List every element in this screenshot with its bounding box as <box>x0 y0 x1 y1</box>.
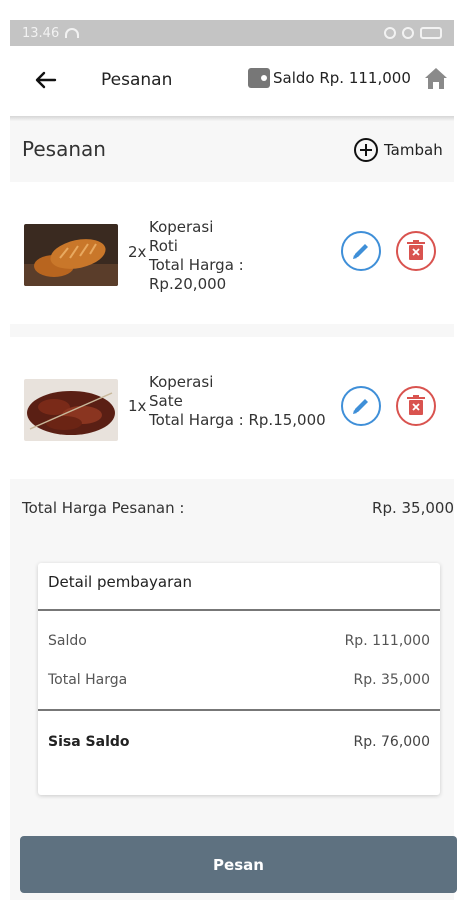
order-product: Sate <box>149 392 183 410</box>
payment-value: Rp. 111,000 <box>344 633 430 649</box>
payment-label: Total Harga <box>48 672 128 688</box>
order-qty: 1x <box>128 397 147 415</box>
payment-row-saldo: Saldo Rp. 111,000 <box>48 633 430 649</box>
battery-icon <box>420 27 442 39</box>
wallet-icon <box>248 68 270 88</box>
order-product: Roti <box>149 237 178 255</box>
order-total-label: Total Harga : <box>149 256 244 274</box>
payment-row-remaining: Sisa Saldo Rp. 76,000 <box>48 734 430 750</box>
delete-button[interactable] <box>396 386 436 426</box>
order-total-row: Total Harga Pesanan : Rp. 35,000 <box>22 499 454 517</box>
order-seller: Koperasi <box>149 373 214 391</box>
order-total-value: Rp. 35,000 <box>372 499 454 517</box>
home-button[interactable] <box>422 64 450 92</box>
payment-detail-title: Detail pembayaran <box>48 573 192 591</box>
trash-icon <box>407 395 425 415</box>
edit-button[interactable] <box>341 231 381 271</box>
order-total-label: Total Harga Pesanan : <box>22 499 185 517</box>
submit-order-button[interactable]: Pesan <box>20 836 457 893</box>
delete-button[interactable] <box>396 231 436 271</box>
food-image-sate <box>24 379 118 441</box>
pencil-icon <box>353 399 368 414</box>
order-total-value: Rp.20,000 <box>149 275 227 293</box>
back-button[interactable] <box>32 66 60 94</box>
food-image-roti <box>24 224 118 286</box>
saldo-display: Saldo Rp. 111,000 <box>248 68 411 88</box>
section-title: Pesanan <box>22 137 106 161</box>
payment-label: Sisa Saldo <box>48 734 130 750</box>
trash-icon <box>407 240 425 260</box>
order-seller: Koperasi <box>149 218 214 236</box>
order-details: Koperasi Roti Total Harga : Rp.20,000 <box>149 218 339 294</box>
order-details: Koperasi Sate Total Harga : Rp.15,000 <box>149 373 339 430</box>
payment-value: Rp. 76,000 <box>353 734 430 750</box>
page-title: Pesanan <box>101 70 173 90</box>
wifi-icon <box>65 28 80 38</box>
pencil-icon <box>353 244 368 259</box>
saldo-text: Saldo Rp. 111,000 <box>273 69 411 87</box>
alarm-icon <box>384 27 396 39</box>
arrow-left-icon <box>35 71 57 89</box>
home-icon <box>425 68 447 89</box>
order-item: 1x Koperasi Sate Total Harga : Rp.15,000 <box>10 337 454 479</box>
status-bar: 13.46 <box>10 20 454 46</box>
order-content: Pesanan Tambah 2x Koperasi Roti Total Ha… <box>10 121 457 900</box>
add-order-button[interactable]: Tambah <box>354 138 443 162</box>
status-time: 13.46 <box>22 25 60 41</box>
divider <box>38 709 440 711</box>
add-label: Tambah <box>384 141 443 159</box>
edit-button[interactable] <box>341 386 381 426</box>
payment-row-total: Total Harga Rp. 35,000 <box>48 672 430 688</box>
payment-label: Saldo <box>48 633 87 649</box>
payment-value: Rp. 35,000 <box>353 672 430 688</box>
order-total-label: Total Harga : Rp.15,000 <box>149 411 326 429</box>
app-bar: Pesanan Saldo Rp. 111,000 <box>10 46 454 118</box>
divider <box>38 609 440 611</box>
order-qty: 2x <box>128 243 147 261</box>
plus-circle-icon <box>354 138 378 162</box>
payment-detail-card: Detail pembayaran Saldo Rp. 111,000 Tota… <box>38 563 440 795</box>
order-item: 2x Koperasi Roti Total Harga : Rp.20,000 <box>10 182 454 324</box>
clock-icon <box>402 27 414 39</box>
